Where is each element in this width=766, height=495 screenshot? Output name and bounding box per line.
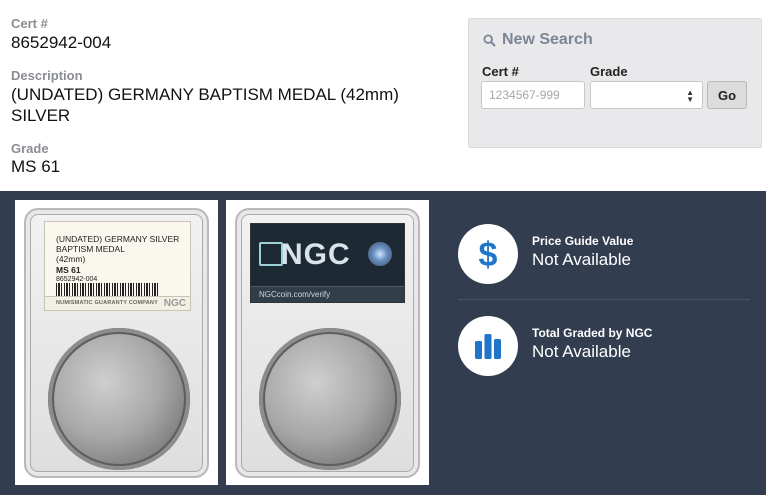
ngc-logo: NGC xyxy=(163,298,186,309)
grade-select[interactable]: ▲ ▼ xyxy=(590,81,703,109)
bar-chart-icon xyxy=(458,316,518,376)
coin-reverse xyxy=(259,328,401,470)
stat-divider xyxy=(458,299,750,300)
select-arrows-icon: ▲ ▼ xyxy=(686,88,694,104)
cert-value: 8652942-004 xyxy=(11,33,112,52)
slab-back-holder: NGC NGCcoin.com/verify xyxy=(235,208,420,478)
label-footer-text: NUMISMATIC GUARANTY COMPANY xyxy=(56,300,158,306)
dollar-icon: $ xyxy=(458,224,518,284)
total-graded-stat: Total Graded by NGC Not Available xyxy=(458,316,748,376)
slab-back-label: NGC NGCcoin.com/verify xyxy=(250,223,405,303)
verify-url: NGCcoin.com/verify xyxy=(259,290,331,299)
slab-front-image[interactable]: (UNDATED) GERMANY SILVER BAPTISM MEDAL (… xyxy=(15,200,218,485)
search-cert-label: Cert # xyxy=(482,64,519,79)
new-search-panel: New Search Cert # Grade ▲▼ Go xyxy=(468,18,762,148)
label-line: BAPTISM MEDAL xyxy=(56,244,125,254)
cert-label: Cert # xyxy=(11,16,48,31)
price-guide-value: Not Available xyxy=(532,250,631,269)
coin-obverse xyxy=(48,328,190,470)
ngc-mark-icon xyxy=(259,242,283,266)
price-guide-label: Price Guide Value xyxy=(532,234,634,248)
description-label: Description xyxy=(11,68,83,83)
total-graded-value: Not Available xyxy=(532,342,631,361)
price-guide-stat: $ Price Guide Value Not Available xyxy=(458,224,748,284)
slab-front-label: (UNDATED) GERMANY SILVER BAPTISM MEDAL (… xyxy=(44,221,191,311)
label-footer: NUMISMATIC GUARANTY COMPANY NGC xyxy=(45,296,190,310)
new-search-title: New Search xyxy=(483,31,593,49)
label-line: (UNDATED) GERMANY SILVER xyxy=(56,234,180,244)
cert-input[interactable] xyxy=(481,81,585,109)
grade-label: Grade xyxy=(11,141,49,156)
grade-value: MS 61 xyxy=(11,157,61,176)
slab-front-holder: (UNDATED) GERMANY SILVER BAPTISM MEDAL (… xyxy=(24,208,209,478)
search-grade-label: Grade xyxy=(590,64,628,79)
slab-back-image[interactable]: NGC NGCcoin.com/verify xyxy=(226,200,429,485)
hologram-icon xyxy=(368,242,392,266)
label-line: (42mm) xyxy=(56,254,86,264)
description-value: (UNDATED) GERMANY BAPTISM MEDAL (42mm) S… xyxy=(11,85,399,125)
go-button[interactable]: Go xyxy=(707,81,747,109)
search-icon xyxy=(483,33,496,47)
total-graded-label: Total Graded by NGC xyxy=(532,326,653,340)
new-search-label: New Search xyxy=(502,31,593,48)
label-grade: MS 61 xyxy=(56,265,81,275)
verify-bar: NGCcoin.com/verify xyxy=(251,286,404,302)
svg-text:$: $ xyxy=(479,236,498,272)
barcode xyxy=(56,283,160,296)
ngc-logo: NGC xyxy=(281,238,351,271)
